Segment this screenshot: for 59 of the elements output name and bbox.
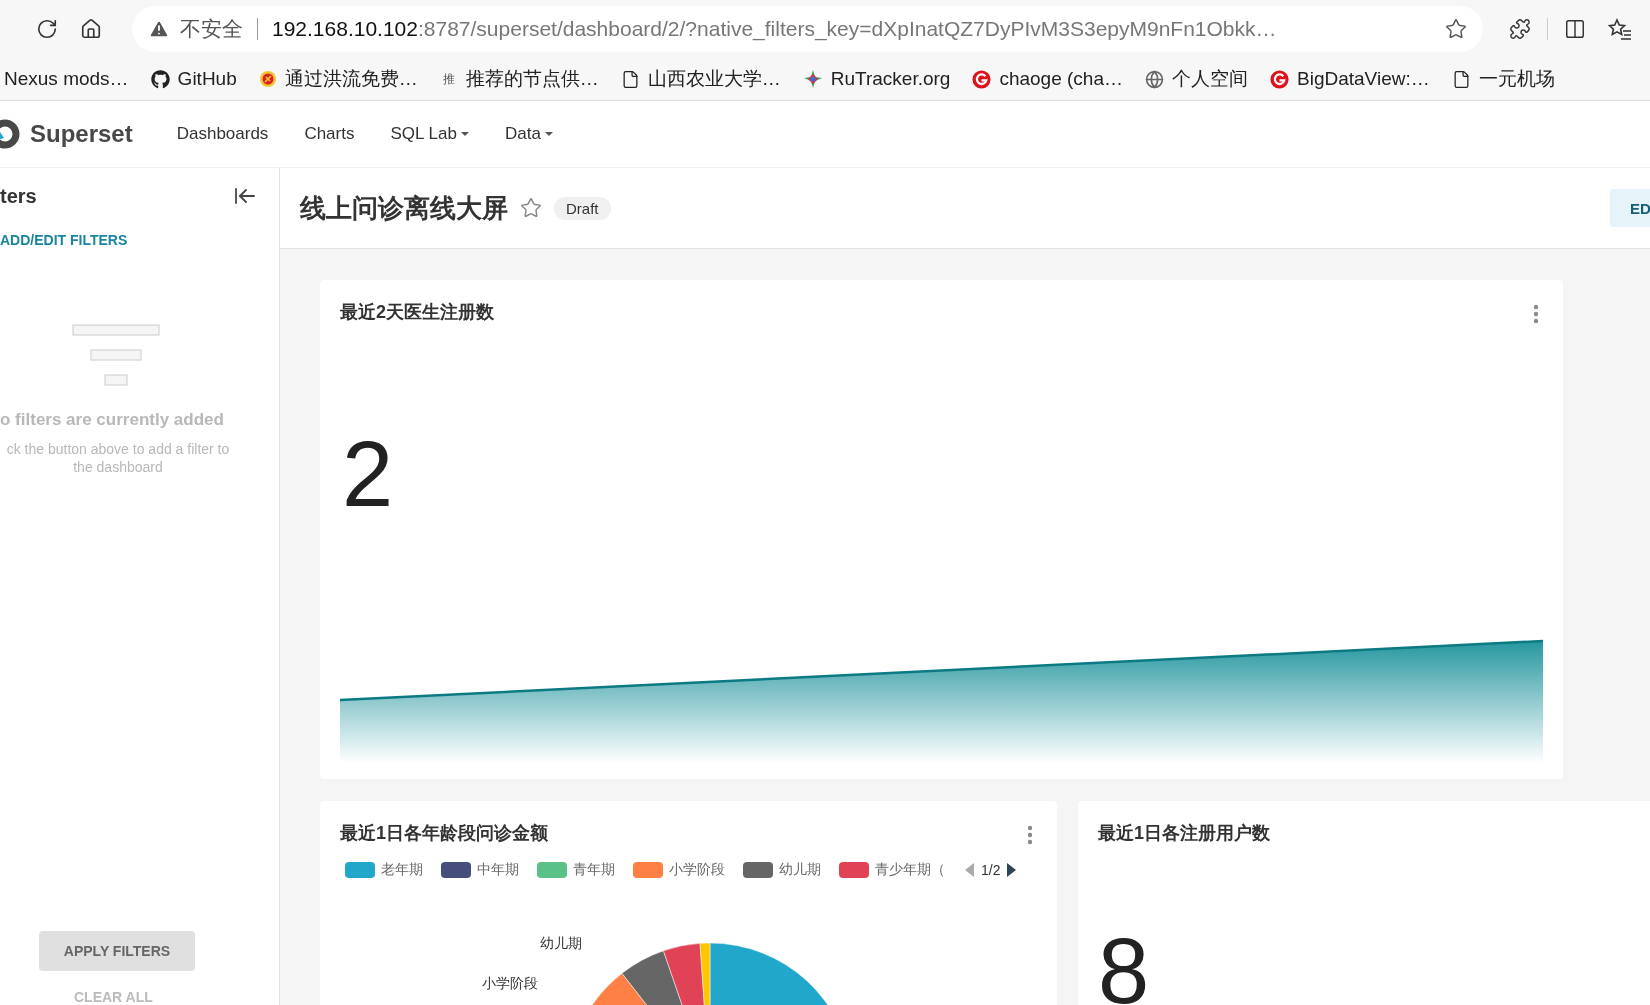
chart-title: 最近1日各注册用户数: [1098, 822, 1271, 845]
legend-item[interactable]: 幼儿期: [743, 861, 821, 879]
chart-title: 最近1日各年龄段问诊金额: [340, 822, 549, 845]
home-icon[interactable]: [80, 18, 102, 40]
nav-item[interactable]: Data: [486, 124, 571, 144]
legend-item[interactable]: 小学阶段: [633, 861, 725, 879]
header-button[interactable]: ED: [1610, 189, 1650, 227]
stars-icon: [802, 69, 823, 89]
sidebar-title: ters: [0, 184, 37, 208]
empty-title: o filters are currently added: [0, 410, 225, 430]
bookmark[interactable]: Nexus mods…: [4, 68, 129, 90]
brand-icon: [1270, 69, 1289, 89]
caret-icon: [544, 131, 553, 137]
favorite-star-icon[interactable]: [520, 197, 542, 219]
bookmark[interactable]: 一元机场: [1451, 66, 1555, 92]
big-number: 8: [1098, 925, 1150, 1005]
legend-page: 1/2: [981, 862, 1001, 878]
bookmark[interactable]: chaoge (cha…: [972, 68, 1123, 90]
bookmark[interactable]: BigDataView:…: [1270, 68, 1430, 90]
bookmark[interactable]: RuTracker.org: [802, 68, 951, 90]
bookmark[interactable]: 个人空间: [1145, 66, 1248, 92]
brand-icon: [972, 69, 992, 89]
favorite-icon[interactable]: [1445, 18, 1467, 40]
brand-logo[interactable]: Superset: [0, 119, 133, 149]
menu-icon[interactable]: [1027, 825, 1033, 845]
url-text: 192.168.10.102:8787/superset/dashboard/2/?native_filters_key=dXpInatQZ7DyPIvM3S3epyM9nFn1Obkk…: [272, 17, 1278, 41]
bookmark[interactable]: GitHub: [150, 68, 237, 90]
bookmark[interactable]: 通过洪流免费…: [258, 66, 418, 92]
dashboard-title: 线上问诊离线大屏: [300, 191, 508, 225]
pie-label: 幼儿期: [540, 935, 582, 953]
favorites-icon[interactable]: [1608, 18, 1632, 40]
reload-icon[interactable]: [36, 18, 58, 40]
globe-icon: [1145, 69, 1164, 89]
add-edit-filters-link[interactable]: ADD/EDIT FILTERS: [0, 232, 279, 248]
nav-item[interactable]: SQL Lab: [372, 124, 487, 144]
nav-item[interactable]: Dashboards: [158, 124, 287, 144]
caret-icon: [460, 131, 469, 137]
bookmark-icon: 推: [439, 70, 458, 88]
empty-hint: the dashboard: [72, 458, 164, 476]
big-number: 2: [342, 428, 394, 520]
puzzle-icon[interactable]: [1509, 18, 1531, 40]
legend-item[interactable]: 青年期: [537, 861, 615, 879]
chart-title: 最近2天医生注册数: [340, 301, 495, 324]
legend-item[interactable]: 青少年期（: [839, 861, 945, 879]
empty-hint: ck the button above to add a filter to: [5, 440, 231, 458]
pie-label: 小学阶段: [482, 975, 538, 993]
address-bar[interactable]: 不安全 192.168.10.102:8787/superset/dashboard/2/?native_filters_key=dXpInatQZ7DyPIvM3S3epyM9nFn1Obkk…: [132, 6, 1483, 52]
emblem-icon: [258, 70, 277, 88]
github-icon: [150, 69, 170, 89]
menu-icon[interactable]: [1533, 304, 1539, 324]
split-screen-icon[interactable]: [1564, 18, 1586, 40]
status-badge: Draft: [554, 196, 611, 220]
bookmark[interactable]: 山西农业大学…: [620, 66, 781, 92]
nav-item[interactable]: Charts: [286, 124, 373, 144]
bookmark[interactable]: 推 推荐的节点供…: [439, 66, 599, 92]
legend-item[interactable]: 老年期: [345, 861, 423, 879]
security-label: 不安全: [180, 16, 243, 42]
warning-icon: [148, 18, 170, 40]
legend-item[interactable]: 中年期: [441, 861, 519, 879]
